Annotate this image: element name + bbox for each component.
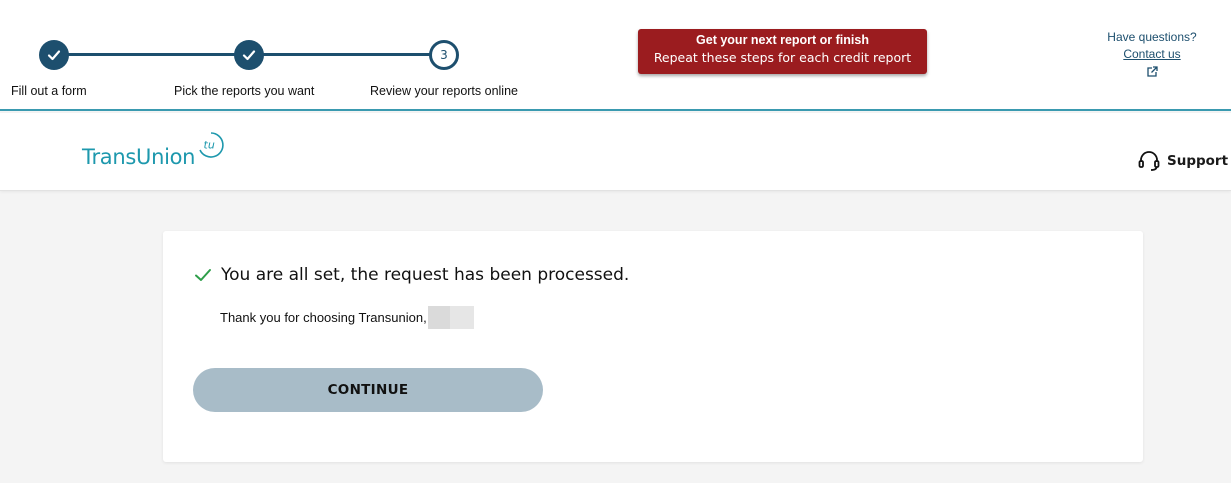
step-3-label: Review your reports online xyxy=(370,84,518,98)
step-3-number: 3 xyxy=(429,40,459,70)
support-button[interactable]: Support xyxy=(1137,149,1228,173)
logo-wordmark: TransUnion xyxy=(82,145,196,169)
thanks-message: Thank you for choosing Transunion, xyxy=(220,310,427,325)
confirmation-card: You are all set, the request has been pr… xyxy=(163,231,1143,462)
thanks-row: Thank you for choosing Transunion, xyxy=(220,306,474,329)
success-message: You are all set, the request has been pr… xyxy=(221,265,630,285)
logo-mark-text: tu xyxy=(204,139,215,152)
step-1-label: Fill out a form xyxy=(11,84,87,98)
contact-us-link[interactable]: Contact us xyxy=(1123,47,1180,61)
banner-title: Get your next report or finish xyxy=(696,33,869,47)
help-block: Have questions? Contact us xyxy=(1095,30,1209,79)
external-link-icon[interactable] xyxy=(1145,65,1159,79)
step-1-check-icon xyxy=(39,40,69,70)
redacted-name xyxy=(427,306,474,329)
site-header: TransUnion tu Support xyxy=(0,113,1231,191)
support-label: Support xyxy=(1167,153,1229,169)
step-2-label: Pick the reports you want xyxy=(174,84,315,98)
progress-bar-region: 3 Fill out a form Pick the reports you w… xyxy=(0,0,1231,111)
progress-track-segment-2 xyxy=(249,53,445,56)
next-report-banner: Get your next report or finish Repeat th… xyxy=(638,29,927,74)
success-message-row: You are all set, the request has been pr… xyxy=(193,265,629,285)
headset-icon xyxy=(1138,151,1160,171)
success-check-icon xyxy=(195,269,211,281)
progress-track-segment-1 xyxy=(54,53,250,56)
tu-logo-icon: tu xyxy=(199,132,224,158)
banner-subtitle: Repeat these steps for each credit repor… xyxy=(653,50,912,65)
continue-button[interactable]: CONTINUE xyxy=(193,368,543,412)
step-2-check-icon xyxy=(234,40,264,70)
help-question: Have questions? xyxy=(1107,30,1197,44)
transunion-logo[interactable]: TransUnion tu xyxy=(82,131,242,175)
